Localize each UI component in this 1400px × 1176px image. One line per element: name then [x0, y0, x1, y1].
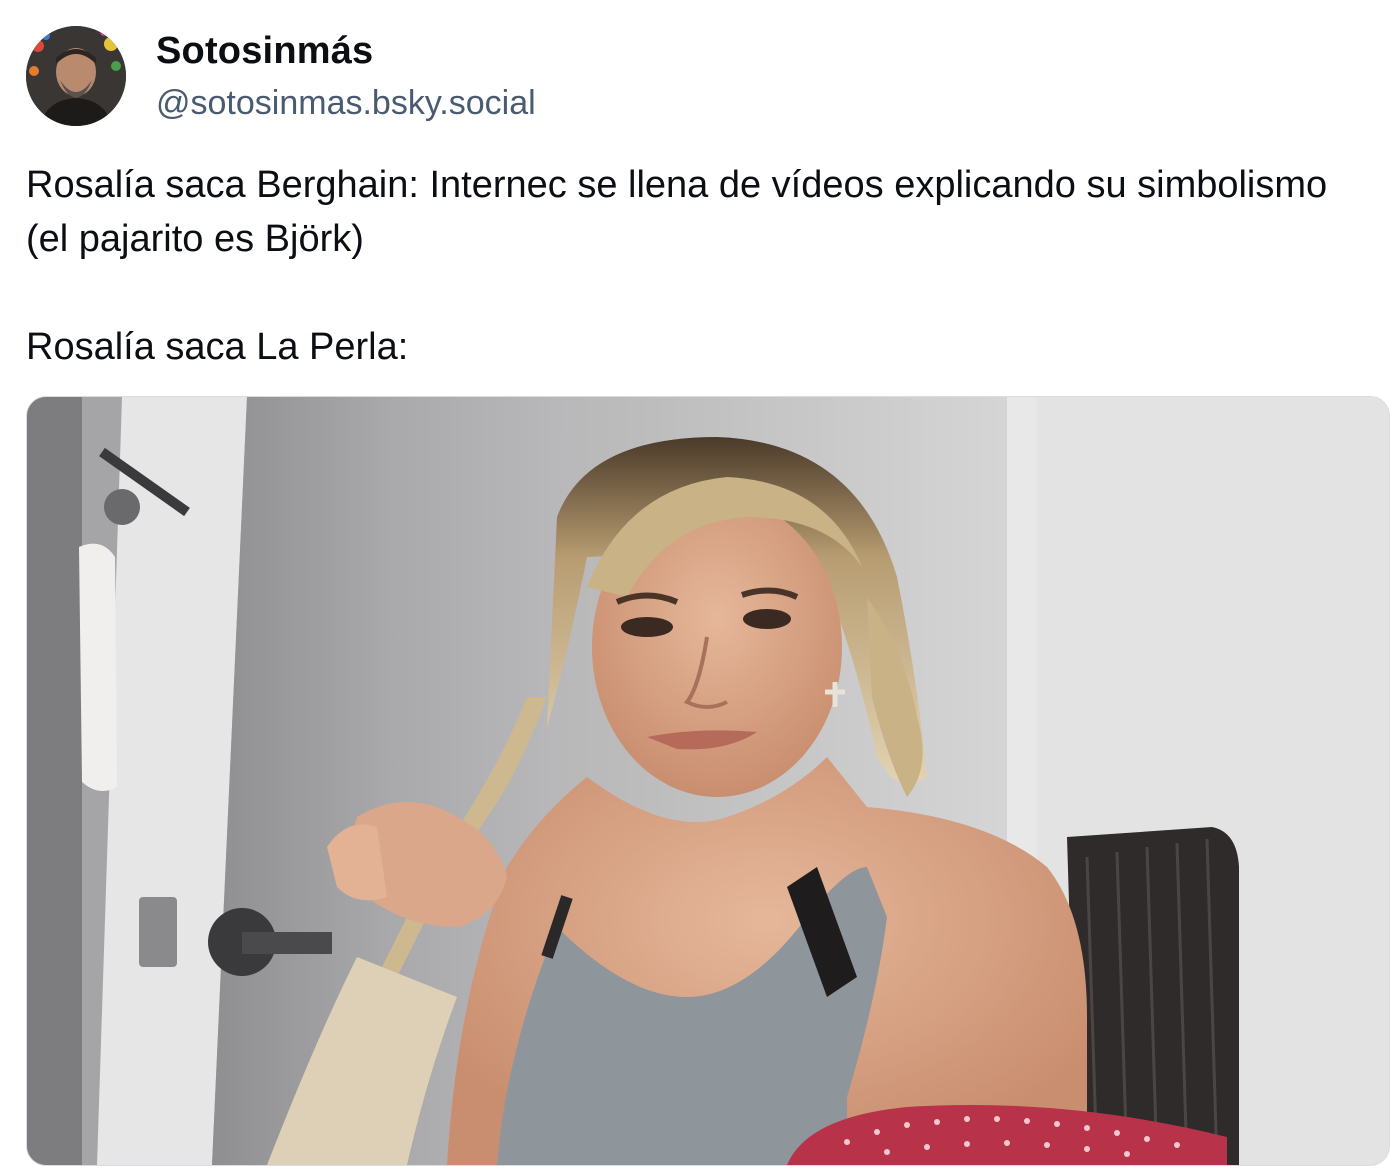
- post-card: Sotosinmás @sotosinmas.bsky.social Rosal…: [0, 0, 1400, 1176]
- post-paragraph-2: Rosalía saca La Perla:: [26, 326, 409, 368]
- post-image[interactable]: [26, 396, 1390, 1166]
- post-paragraph-1: Rosalía saca Berghain: Internec se llena…: [26, 164, 1328, 260]
- post-body: Rosalía saca Berghain: Internec se llena…: [26, 158, 1366, 374]
- author-avatar[interactable]: [26, 26, 126, 126]
- author-display-name[interactable]: Sotosinmás: [156, 30, 373, 73]
- author-handle[interactable]: @sotosinmas.bsky.social: [156, 84, 536, 123]
